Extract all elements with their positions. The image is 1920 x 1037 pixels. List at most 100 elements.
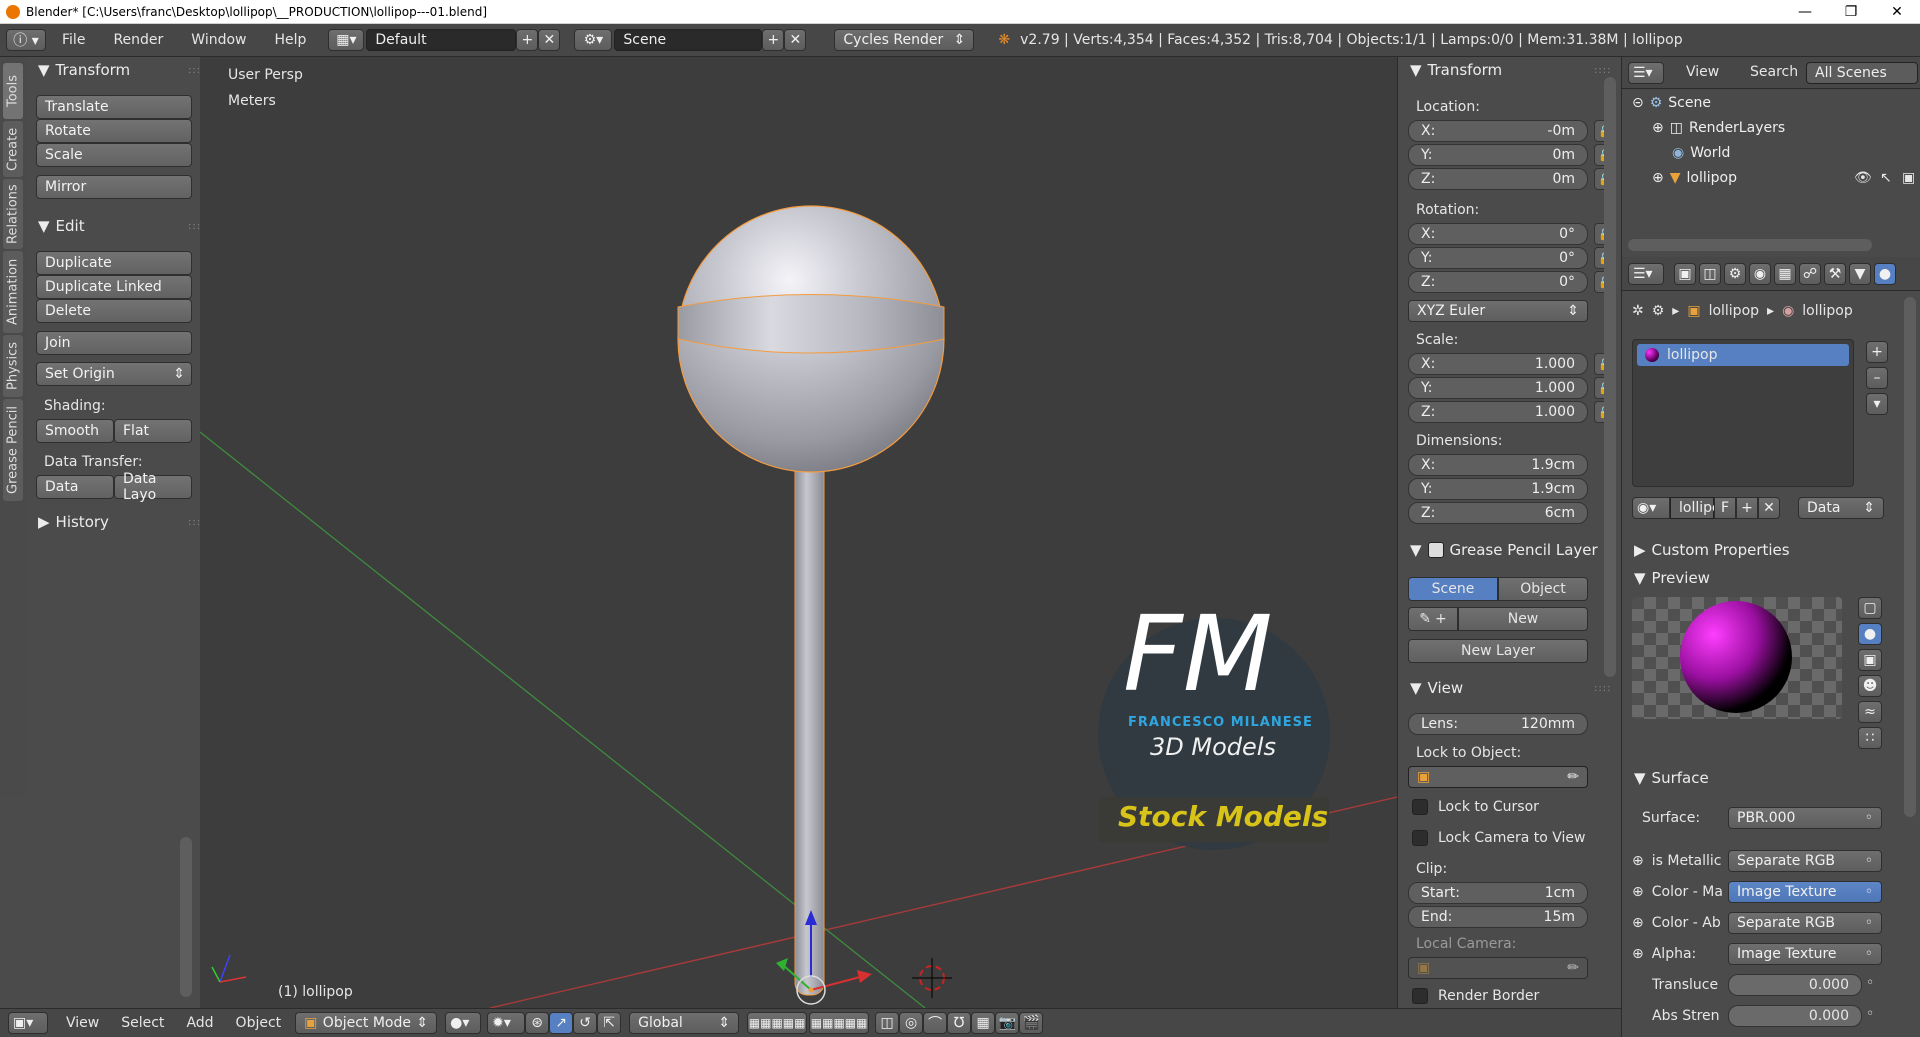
manipulator-toggle-icon[interactable]: ⊛ xyxy=(525,1012,550,1034)
expand-icon[interactable]: ⊕ xyxy=(1632,946,1644,962)
abs-strength-slider[interactable]: 0.000 xyxy=(1728,1005,1862,1027)
scale-manipulator-icon[interactable]: ⇱ xyxy=(597,1012,622,1034)
delete-button[interactable]: Delete xyxy=(36,299,192,323)
set-origin-select[interactable]: Set Origin ⇕ xyxy=(36,362,192,386)
material-browse-button[interactable]: ◉▾ xyxy=(1632,497,1670,519)
location-z-field[interactable]: Z: 0m xyxy=(1408,168,1588,190)
properties-scrollbar[interactable] xyxy=(1904,297,1916,817)
layout-browse-button[interactable]: ▦▾ xyxy=(328,29,365,51)
visibility-eye-icon[interactable]: 👁 xyxy=(1854,170,1872,186)
rotate-manipulator-icon[interactable]: ↺ xyxy=(573,1012,598,1034)
scale-z-field[interactable]: Z: 1.000 xyxy=(1408,401,1588,423)
lock-to-cursor-option[interactable]: Lock to Cursor xyxy=(1412,799,1539,815)
n-transform-header[interactable]: ▼ Transform:::: xyxy=(1410,61,1610,79)
tab-animation[interactable]: Animation xyxy=(3,251,23,333)
transform-section-header[interactable]: ▼ Transform:::: xyxy=(38,61,204,79)
object-tab-icon[interactable]: ▦ xyxy=(1774,263,1796,285)
layers-tab-icon[interactable]: ◫ xyxy=(1699,263,1721,285)
material-tab-icon[interactable]: ● xyxy=(1874,263,1896,285)
pivot-point-button[interactable]: ✹▾ xyxy=(487,1012,526,1034)
scene-add-button[interactable]: + xyxy=(762,29,785,51)
monkey-preview-icon[interactable]: ☻ xyxy=(1858,675,1882,697)
expand-icon[interactable]: ⊕ xyxy=(1632,915,1644,931)
data-button[interactable]: Data xyxy=(36,475,114,499)
fake-user-button[interactable]: F xyxy=(1714,497,1736,519)
new-material-button[interactable]: + xyxy=(1736,497,1758,519)
input-row[interactable]: ⊕ Alpha: xyxy=(1632,946,1696,962)
transform-orientation-select[interactable]: Global ⇕ xyxy=(629,1012,740,1034)
layout-name-field[interactable]: Default xyxy=(366,29,517,51)
flat-button[interactable]: Flat xyxy=(114,419,192,443)
rotation-z-field[interactable]: Z: 0° xyxy=(1408,271,1588,293)
render-image-icon[interactable]: 📷 xyxy=(995,1012,1020,1034)
translate-button[interactable]: Translate xyxy=(36,95,192,119)
gp-new-layer-button[interactable]: New Layer xyxy=(1408,639,1588,663)
lens-field[interactable]: Lens: 120mm xyxy=(1408,713,1588,735)
expand-icon[interactable]: ⊕ xyxy=(1652,170,1664,186)
scene-name-field[interactable]: Scene xyxy=(614,29,763,51)
properties-editor-button[interactable]: ☰▾ xyxy=(1628,263,1664,285)
maximize-button[interactable]: ❐ xyxy=(1828,0,1874,24)
viewport-editor-button[interactable]: ▣▾ xyxy=(8,1012,48,1034)
layout-add-button[interactable]: + xyxy=(516,29,539,51)
render-border-option[interactable]: Render Border xyxy=(1412,988,1539,1004)
material-name-field[interactable]: lollipo xyxy=(1670,497,1721,519)
outliner-scrollbar[interactable] xyxy=(1628,239,1872,251)
scene-layers-icon[interactable]: ▦▦▦▦▦ xyxy=(747,1012,808,1034)
x-arrow[interactable] xyxy=(857,970,872,983)
mode-select[interactable]: ▣ Object Mode ⇕ xyxy=(295,1012,438,1034)
custom-properties-header[interactable]: ▶ Custom Properties xyxy=(1634,541,1790,559)
close-button[interactable]: ✕ xyxy=(1874,0,1920,24)
add-menu[interactable]: Add xyxy=(186,1015,213,1031)
duplicate-linked-button[interactable]: Duplicate Linked xyxy=(36,275,192,299)
snap-magnet-icon[interactable]: ℧ xyxy=(947,1012,972,1034)
modifiers-tab-icon[interactable]: ⚒ xyxy=(1824,263,1846,285)
local-camera-field[interactable]: ▣ ✏ xyxy=(1408,957,1588,979)
scene-tab-icon[interactable]: ⚙ xyxy=(1724,263,1746,285)
unlink-material-button[interactable]: ✕ xyxy=(1758,497,1780,519)
render-camera-icon[interactable]: ▣ xyxy=(1902,170,1915,186)
duplicate-button[interactable]: Duplicate xyxy=(36,251,192,275)
eyedropper-icon[interactable]: ✏ xyxy=(1567,960,1579,976)
input-value-select[interactable]: Image Texture ◦ xyxy=(1728,881,1882,903)
render-tab-icon[interactable]: ▣ xyxy=(1674,263,1696,285)
proportional-edit-icon[interactable]: ◎ xyxy=(899,1012,924,1034)
tab-create[interactable]: Create xyxy=(3,121,23,177)
editor-type-button[interactable]: ⓘ ▾ xyxy=(6,29,46,51)
outliner-row-renderlayers[interactable]: ⊕ ◫ RenderLayers xyxy=(1652,120,1785,136)
menu-render[interactable]: Render xyxy=(113,32,163,48)
socket-icon[interactable]: ◦ xyxy=(1866,975,1874,991)
material-slot-row[interactable]: lollipop xyxy=(1637,344,1849,366)
gp-layer-checkbox[interactable] xyxy=(1427,542,1444,558)
outliner-editor-button[interactable]: ☰▾ xyxy=(1628,62,1664,84)
edit-section-header[interactable]: ▼ Edit:::: xyxy=(38,217,204,235)
rotate-button[interactable]: Rotate xyxy=(36,119,192,143)
grease-pencil-header[interactable]: ▼ Grease Pencil Layer xyxy=(1410,541,1598,559)
gp-new-button[interactable]: New xyxy=(1458,607,1588,631)
dimensions-y-field[interactable]: Y: 1.9cm xyxy=(1408,478,1588,500)
sphere-preview-icon[interactable]: ● xyxy=(1858,623,1882,645)
remove-slot-button[interactable]: – xyxy=(1866,367,1888,389)
mirror-button[interactable]: Mirror xyxy=(36,175,192,199)
scale-button[interactable]: Scale xyxy=(36,143,192,167)
socket-icon[interactable]: ◦ xyxy=(1866,1006,1874,1022)
dimensions-x-field[interactable]: X: 1.9cm xyxy=(1408,454,1588,476)
input-value-select[interactable]: Separate RGB ◦ xyxy=(1728,912,1882,934)
menu-file[interactable]: File xyxy=(62,32,85,48)
pin-icon[interactable]: ✲ xyxy=(1632,303,1644,319)
input-row[interactable]: ⊕ Color - Ma xyxy=(1632,884,1723,900)
scrollbar[interactable] xyxy=(1604,77,1616,677)
input-row[interactable]: ⊕ Color - Ab xyxy=(1632,915,1721,931)
constraints-tab-icon[interactable]: ☍ xyxy=(1799,263,1821,285)
location-x-field[interactable]: X: -0m xyxy=(1408,120,1588,142)
object-menu[interactable]: Object xyxy=(236,1015,282,1031)
outliner-filter-select[interactable]: All Scenes xyxy=(1806,62,1918,84)
menu-window[interactable]: Window xyxy=(191,32,246,48)
view-section-header[interactable]: ▼ View:::: xyxy=(1410,679,1610,697)
scene-browse-button[interactable]: ⚙▾ xyxy=(574,29,613,51)
lock-camera-option[interactable]: Lock Camera to View xyxy=(1412,830,1586,846)
data-tab-icon[interactable]: ▼ xyxy=(1849,263,1871,285)
surface-shader-select[interactable]: PBR.000 ◦ xyxy=(1728,807,1882,829)
outliner-row-lollipop[interactable]: ⊕ ▼ lollipop xyxy=(1652,170,1737,186)
preview-header[interactable]: ▼ Preview xyxy=(1634,569,1710,587)
